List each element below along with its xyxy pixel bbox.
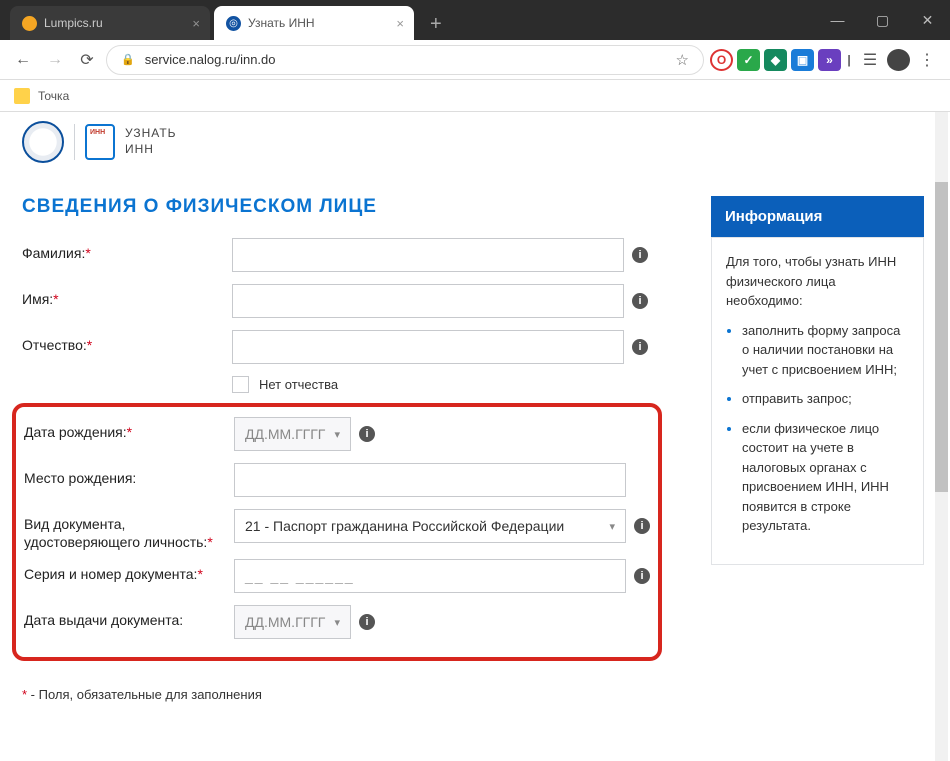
- name-input[interactable]: [232, 284, 624, 318]
- patronymic-input[interactable]: [232, 330, 624, 364]
- separator: |: [845, 49, 853, 71]
- required-footnote: * - Поля, обязательные для заполнения: [22, 687, 687, 702]
- scrollbar-thumb[interactable]: [935, 182, 948, 492]
- menu-button[interactable]: ⋮: [914, 47, 940, 73]
- reload-button[interactable]: ⟳: [74, 47, 100, 73]
- extension-icon[interactable]: O: [710, 49, 733, 71]
- info-icon[interactable]: i: [359, 614, 375, 630]
- address-bar[interactable]: 🔒 service.nalog.ru/inn.do ☆: [106, 45, 704, 75]
- reading-list-icon[interactable]: ☰: [857, 47, 883, 73]
- label-doctype: Вид документа, удостоверяющего личность:…: [24, 509, 234, 551]
- highlighted-block: Дата рождения:* ДД.ММ.ГГГГ ▾ i Место рож…: [12, 403, 662, 661]
- chevron-down-icon: ▾: [609, 520, 615, 533]
- extension-icon[interactable]: ▣: [791, 49, 814, 71]
- label-docdate: Дата выдачи документа:: [24, 605, 234, 630]
- checkbox-icon[interactable]: [232, 376, 249, 393]
- doctype-select[interactable]: 21 - Паспорт гражданина Российской Федер…: [234, 509, 626, 543]
- dob-input[interactable]: ДД.ММ.ГГГГ ▾: [234, 417, 351, 451]
- no-patronymic-checkbox[interactable]: Нет отчества: [232, 376, 687, 393]
- info-icon[interactable]: i: [634, 568, 650, 584]
- browser-tab[interactable]: Lumpics.ru ×: [10, 6, 210, 40]
- info-item: отправить запрос;: [742, 389, 909, 409]
- brand-text: УЗНАТЬ ИНН: [125, 126, 177, 157]
- extension-icon[interactable]: ◆: [764, 49, 787, 71]
- close-icon[interactable]: ×: [192, 16, 200, 31]
- label-pob: Место рождения:: [24, 463, 234, 488]
- info-icon[interactable]: i: [632, 293, 648, 309]
- new-tab-button[interactable]: +: [418, 9, 454, 40]
- extension-icon[interactable]: »: [818, 49, 841, 71]
- info-icon[interactable]: i: [634, 518, 650, 534]
- placeholder: ДД.ММ.ГГГГ: [245, 614, 325, 630]
- vertical-scrollbar[interactable]: [935, 112, 948, 761]
- close-icon[interactable]: ×: [396, 16, 404, 31]
- info-icon[interactable]: i: [632, 247, 648, 263]
- surname-input[interactable]: [232, 238, 624, 272]
- placeholder: ДД.ММ.ГГГГ: [245, 426, 325, 442]
- emblem-icon: [22, 121, 64, 163]
- favicon-icon: ◎: [226, 16, 241, 31]
- back-button[interactable]: ←: [10, 47, 36, 73]
- doc-icon: [85, 124, 115, 160]
- close-button[interactable]: ✕: [905, 0, 950, 40]
- page-content: УЗНАТЬ ИНН Сведения о физическом лице Фа…: [0, 112, 950, 702]
- checkbox-label: Нет отчества: [259, 377, 338, 392]
- separator: [74, 124, 75, 160]
- tab-title: Узнать ИНН: [248, 16, 315, 30]
- form-section: Сведения о физическом лице Фамилия:* i И…: [22, 196, 687, 702]
- page-title: Сведения о физическом лице: [22, 196, 687, 218]
- info-icon[interactable]: i: [359, 426, 375, 442]
- label-surname: Фамилия:*: [22, 238, 232, 263]
- bookmark-folder-icon: [14, 88, 30, 104]
- brand-line: ИНН: [125, 142, 177, 158]
- site-brand: УЗНАТЬ ИНН: [22, 112, 924, 172]
- forward-button[interactable]: →: [42, 47, 68, 73]
- info-item: заполнить форму запроса о наличии постан…: [742, 321, 909, 380]
- bookmark-item[interactable]: Точка: [38, 89, 69, 103]
- url-text: service.nalog.ru/inn.do: [145, 52, 276, 67]
- info-panel-lead: Для того, чтобы узнать ИНН физического л…: [726, 252, 909, 311]
- label-docnum: Серия и номер документа:*: [24, 559, 234, 584]
- pob-input[interactable]: [234, 463, 626, 497]
- info-panel: Информация Для того, чтобы узнать ИНН фи…: [711, 196, 924, 702]
- window-controls: — ▢ ✕: [815, 0, 950, 40]
- brand-line: УЗНАТЬ: [125, 126, 177, 142]
- label-patronymic: Отчество:*: [22, 330, 232, 355]
- docnum-input[interactable]: __ __ ______: [234, 559, 626, 593]
- info-icon[interactable]: i: [632, 339, 648, 355]
- minimize-button[interactable]: —: [815, 0, 860, 40]
- favicon-icon: [22, 16, 37, 31]
- browser-chrome: Lumpics.ru × ◎ Узнать ИНН × + — ▢ ✕ ← → …: [0, 0, 950, 112]
- page-viewport: УЗНАТЬ ИНН Сведения о физическом лице Фа…: [0, 112, 950, 761]
- bookmarks-bar: Точка: [0, 80, 950, 112]
- bookmark-star-icon[interactable]: ☆: [676, 51, 689, 69]
- tab-title: Lumpics.ru: [44, 16, 103, 30]
- browser-tab[interactable]: ◎ Узнать ИНН ×: [214, 6, 414, 40]
- chevron-down-icon: ▾: [334, 428, 340, 441]
- select-value: 21 - Паспорт гражданина Российской Федер…: [245, 518, 564, 534]
- extension-icon[interactable]: ✓: [737, 49, 760, 71]
- info-panel-title: Информация: [711, 196, 924, 237]
- tab-strip: Lumpics.ru × ◎ Узнать ИНН × + — ▢ ✕: [0, 0, 950, 40]
- maximize-button[interactable]: ▢: [860, 0, 905, 40]
- chevron-down-icon: ▾: [334, 616, 340, 629]
- extensions: O ✓ ◆ ▣ » | ☰ ⋮: [710, 47, 940, 73]
- profile-avatar[interactable]: [887, 49, 910, 71]
- docdate-input[interactable]: ДД.ММ.ГГГГ ▾: [234, 605, 351, 639]
- label-name: Имя:*: [22, 284, 232, 309]
- input-mask: __ __ ______: [245, 568, 355, 584]
- info-panel-body: Для того, чтобы узнать ИНН физического л…: [711, 237, 924, 565]
- info-item: если физическое лицо состоит на учете в …: [742, 419, 909, 536]
- label-dob: Дата рождения:*: [24, 417, 234, 442]
- lock-icon: 🔒: [121, 53, 135, 66]
- toolbar: ← → ⟳ 🔒 service.nalog.ru/inn.do ☆ O ✓ ◆ …: [0, 40, 950, 80]
